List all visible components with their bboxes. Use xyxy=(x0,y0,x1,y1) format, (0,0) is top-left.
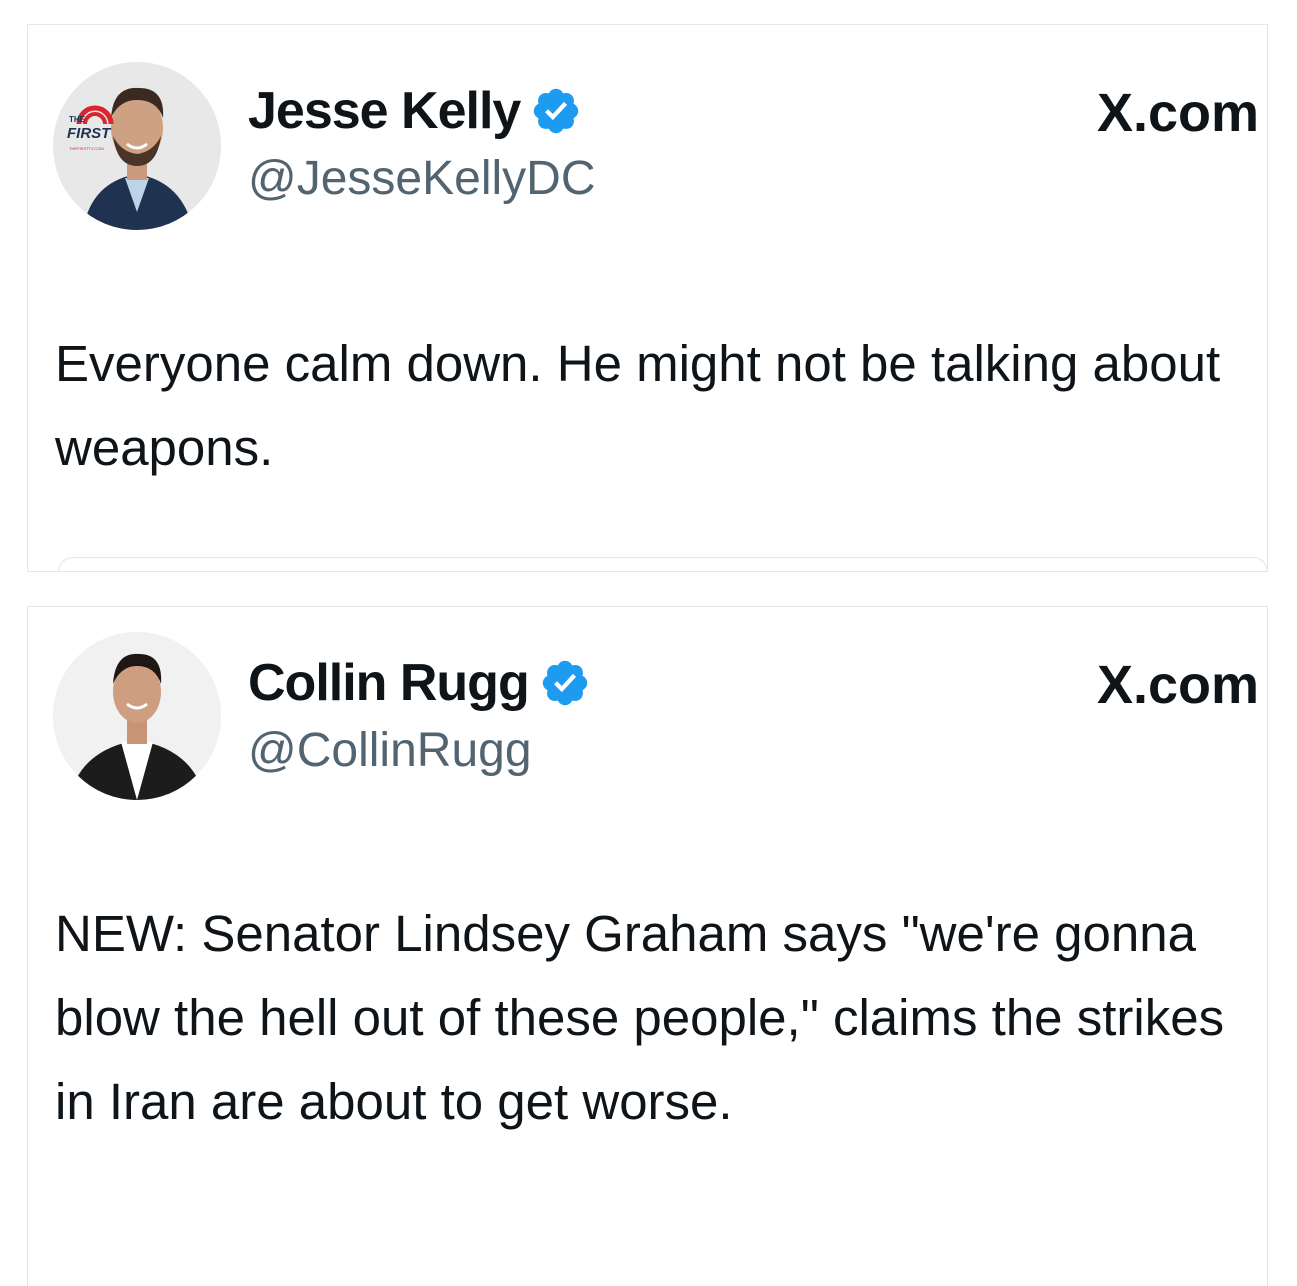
x-com-label[interactable]: X.com xyxy=(1097,81,1259,145)
author-name-row: Collin Rugg xyxy=(248,651,591,715)
tweet-text: Everyone calm down. He might not be talk… xyxy=(55,335,1221,476)
author-handle[interactable]: @JesseKellyDC xyxy=(248,149,595,209)
verified-badge-icon xyxy=(539,657,591,709)
svg-text:THEFIRSTTV.COM: THEFIRSTTV.COM xyxy=(69,146,104,151)
card-divider xyxy=(58,557,1268,572)
author-name[interactable]: Collin Rugg xyxy=(248,651,530,715)
jesse-kelly-avatar-image: THE FIRST THEFIRSTTV.COM xyxy=(53,62,221,230)
avatar[interactable] xyxy=(53,632,221,800)
x-com-label[interactable]: X.com xyxy=(1097,653,1259,717)
svg-text:THE: THE xyxy=(69,115,86,124)
author-name[interactable]: Jesse Kelly xyxy=(248,79,521,143)
author-handle[interactable]: @CollinRugg xyxy=(248,721,532,781)
avatar[interactable]: THE FIRST THEFIRSTTV.COM xyxy=(53,62,221,230)
tweet-card[interactable]: THE FIRST THEFIRSTTV.COM Jesse Kelly @Je… xyxy=(27,24,1268,572)
tweet-card[interactable]: Collin Rugg @CollinRugg X.com NEW: Senat… xyxy=(27,606,1268,1286)
author-name-row: Jesse Kelly xyxy=(248,79,582,143)
collin-rugg-avatar-image xyxy=(53,632,221,800)
verified-badge-icon xyxy=(530,85,582,137)
tweet-text: NEW: Senator Lindsey Graham says "we're … xyxy=(55,905,1225,1130)
svg-text:FIRST: FIRST xyxy=(67,125,112,142)
